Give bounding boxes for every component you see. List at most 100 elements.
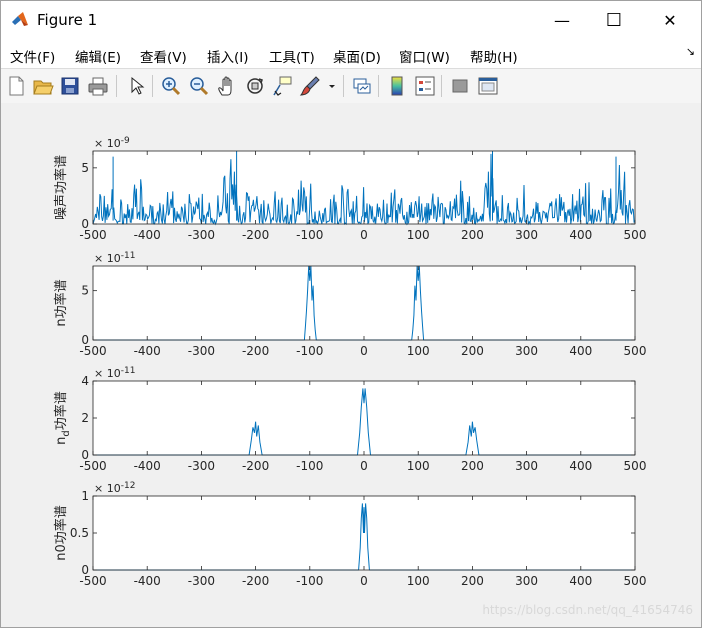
x-tick-label: -100: [296, 344, 323, 358]
y-tick-label: 1: [81, 489, 89, 503]
menu-tools[interactable]: 工具(T): [269, 46, 315, 66]
x-tick-label: 0: [360, 574, 368, 588]
menu-desktop[interactable]: 桌面(D): [333, 46, 381, 66]
x-tick-label: 300: [515, 459, 538, 473]
undock-icon[interactable]: ↘: [686, 45, 695, 58]
x-tick-label: 300: [515, 228, 538, 242]
menu-view[interactable]: 查看(V): [140, 46, 187, 66]
menu-bar: 文件(F) 编辑(E) 查看(V) 插入(I) 工具(T) 桌面(D) 窗口(W…: [1, 39, 701, 68]
watermark-text: https://blog.csdn.net/qq_41654746: [482, 603, 693, 617]
toolbar-separator: [116, 75, 117, 97]
data-cursor-icon[interactable]: [271, 75, 293, 97]
x-tick-label: 500: [624, 228, 647, 242]
y-tick-label: 5: [81, 161, 89, 175]
axis-exponent-label: × 10-11: [94, 366, 135, 380]
y-tick-label: 5: [81, 284, 89, 298]
x-tick-label: -300: [188, 574, 215, 588]
save-icon[interactable]: [59, 75, 81, 97]
x-tick-label: 400: [569, 459, 592, 473]
brush-dropdown-icon[interactable]: [326, 75, 338, 97]
menu-help[interactable]: 帮助(H): [470, 46, 518, 66]
x-tick-label: -300: [188, 459, 215, 473]
y-tick-label: 2: [81, 411, 89, 425]
figure-window: Figure 1 — ☐ ✕ 文件(F) 编辑(E) 查看(V) 插入(I) 工…: [0, 0, 702, 628]
x-tick-label: 400: [569, 574, 592, 588]
x-tick-label: 400: [569, 228, 592, 242]
menu-file[interactable]: 文件(F): [10, 46, 55, 66]
toolbar-separator: [441, 75, 442, 97]
toolbar: [1, 68, 701, 104]
x-tick-label: 500: [624, 344, 647, 358]
menu-window[interactable]: 窗口(W): [399, 46, 450, 66]
x-tick-label: 0: [360, 228, 368, 242]
x-tick-label: 500: [624, 459, 647, 473]
x-tick-label: 100: [407, 228, 430, 242]
colorbar-icon[interactable]: [386, 75, 408, 97]
x-tick-label: -400: [134, 228, 161, 242]
x-tick-label: -100: [296, 228, 323, 242]
rotate-3d-icon[interactable]: [244, 75, 266, 97]
y-tick-label: 0: [81, 563, 89, 577]
select-arrow-icon[interactable]: [125, 75, 147, 97]
x-tick-label: -200: [242, 459, 269, 473]
minimize-button[interactable]: —: [539, 1, 585, 39]
print-icon[interactable]: [87, 75, 109, 97]
y-tick-label: 0: [81, 333, 89, 347]
axis-exponent-label: × 10-11: [94, 251, 135, 265]
close-button[interactable]: ✕: [647, 1, 693, 39]
x-tick-label: -400: [134, 344, 161, 358]
toolbar-separator: [152, 75, 153, 97]
pan-hand-icon[interactable]: [216, 75, 238, 97]
y-axis-label: n0功率谱: [53, 505, 69, 561]
toolbar-separator: [343, 75, 344, 97]
x-tick-label: 500: [624, 574, 647, 588]
x-tick-label: -200: [242, 344, 269, 358]
y-tick-label: 0.5: [70, 526, 89, 540]
y-tick-label: 4: [81, 374, 89, 388]
new-figure-icon[interactable]: [5, 75, 27, 97]
y-axis-label: n功率谱: [53, 279, 69, 326]
axis-exponent-label: × 10-9: [94, 136, 130, 150]
x-tick-label: 300: [515, 344, 538, 358]
x-tick-label: 300: [515, 574, 538, 588]
title-bar: Figure 1 — ☐ ✕: [1, 1, 701, 39]
x-tick-label: 400: [569, 344, 592, 358]
x-tick-label: -200: [242, 574, 269, 588]
figure-canvas: -500 -400 -300 -200 -100 0 100 200 300 400 500 0 5 × …: [1, 103, 701, 627]
x-tick-label: -100: [296, 459, 323, 473]
subplots-canvas: -500 -400 -300 -200 -100 0 100 200 300 400 50005× …: [53, 136, 647, 588]
legend-icon[interactable]: [414, 75, 436, 97]
x-tick-label: -100: [296, 574, 323, 588]
x-tick-label: -400: [134, 574, 161, 588]
x-tick-label: 100: [407, 459, 430, 473]
x-tick-label: 200: [461, 228, 484, 242]
axis-exponent-label: × 10-12: [94, 481, 135, 495]
x-tick-label: -300: [188, 228, 215, 242]
plot-area-3: [93, 381, 635, 455]
link-plot-icon[interactable]: [351, 75, 373, 97]
y-tick-label: 0: [81, 217, 89, 231]
maximize-button[interactable]: ☐: [591, 1, 637, 39]
x-tick-label: 100: [407, 344, 430, 358]
y-axis-label: 噪声功率谱: [53, 155, 69, 220]
x-tick-label: -200: [242, 228, 269, 242]
x-tick-label: 200: [461, 459, 484, 473]
matlab-logo-icon: [12, 12, 28, 26]
hide-plot-tools-icon[interactable]: [449, 75, 471, 97]
zoom-out-icon[interactable]: [188, 75, 210, 97]
show-plot-tools-icon[interactable]: [477, 75, 499, 97]
menu-edit[interactable]: 编辑(E): [75, 46, 121, 66]
y-axis-label: nd功率谱: [53, 391, 72, 445]
x-tick-label: 200: [461, 344, 484, 358]
brush-icon[interactable]: [299, 75, 321, 97]
menu-insert[interactable]: 插入(I): [207, 46, 249, 66]
plot-area-2: [93, 266, 635, 340]
zoom-in-icon[interactable]: [160, 75, 182, 97]
open-file-icon[interactable]: [32, 75, 54, 97]
toolbar-separator: [378, 75, 379, 97]
x-tick-label: 200: [461, 574, 484, 588]
y-tick-label: 0: [81, 448, 89, 462]
window-title: Figure 1: [37, 11, 98, 29]
x-tick-label: -300: [188, 344, 215, 358]
x-tick-label: 0: [360, 459, 368, 473]
